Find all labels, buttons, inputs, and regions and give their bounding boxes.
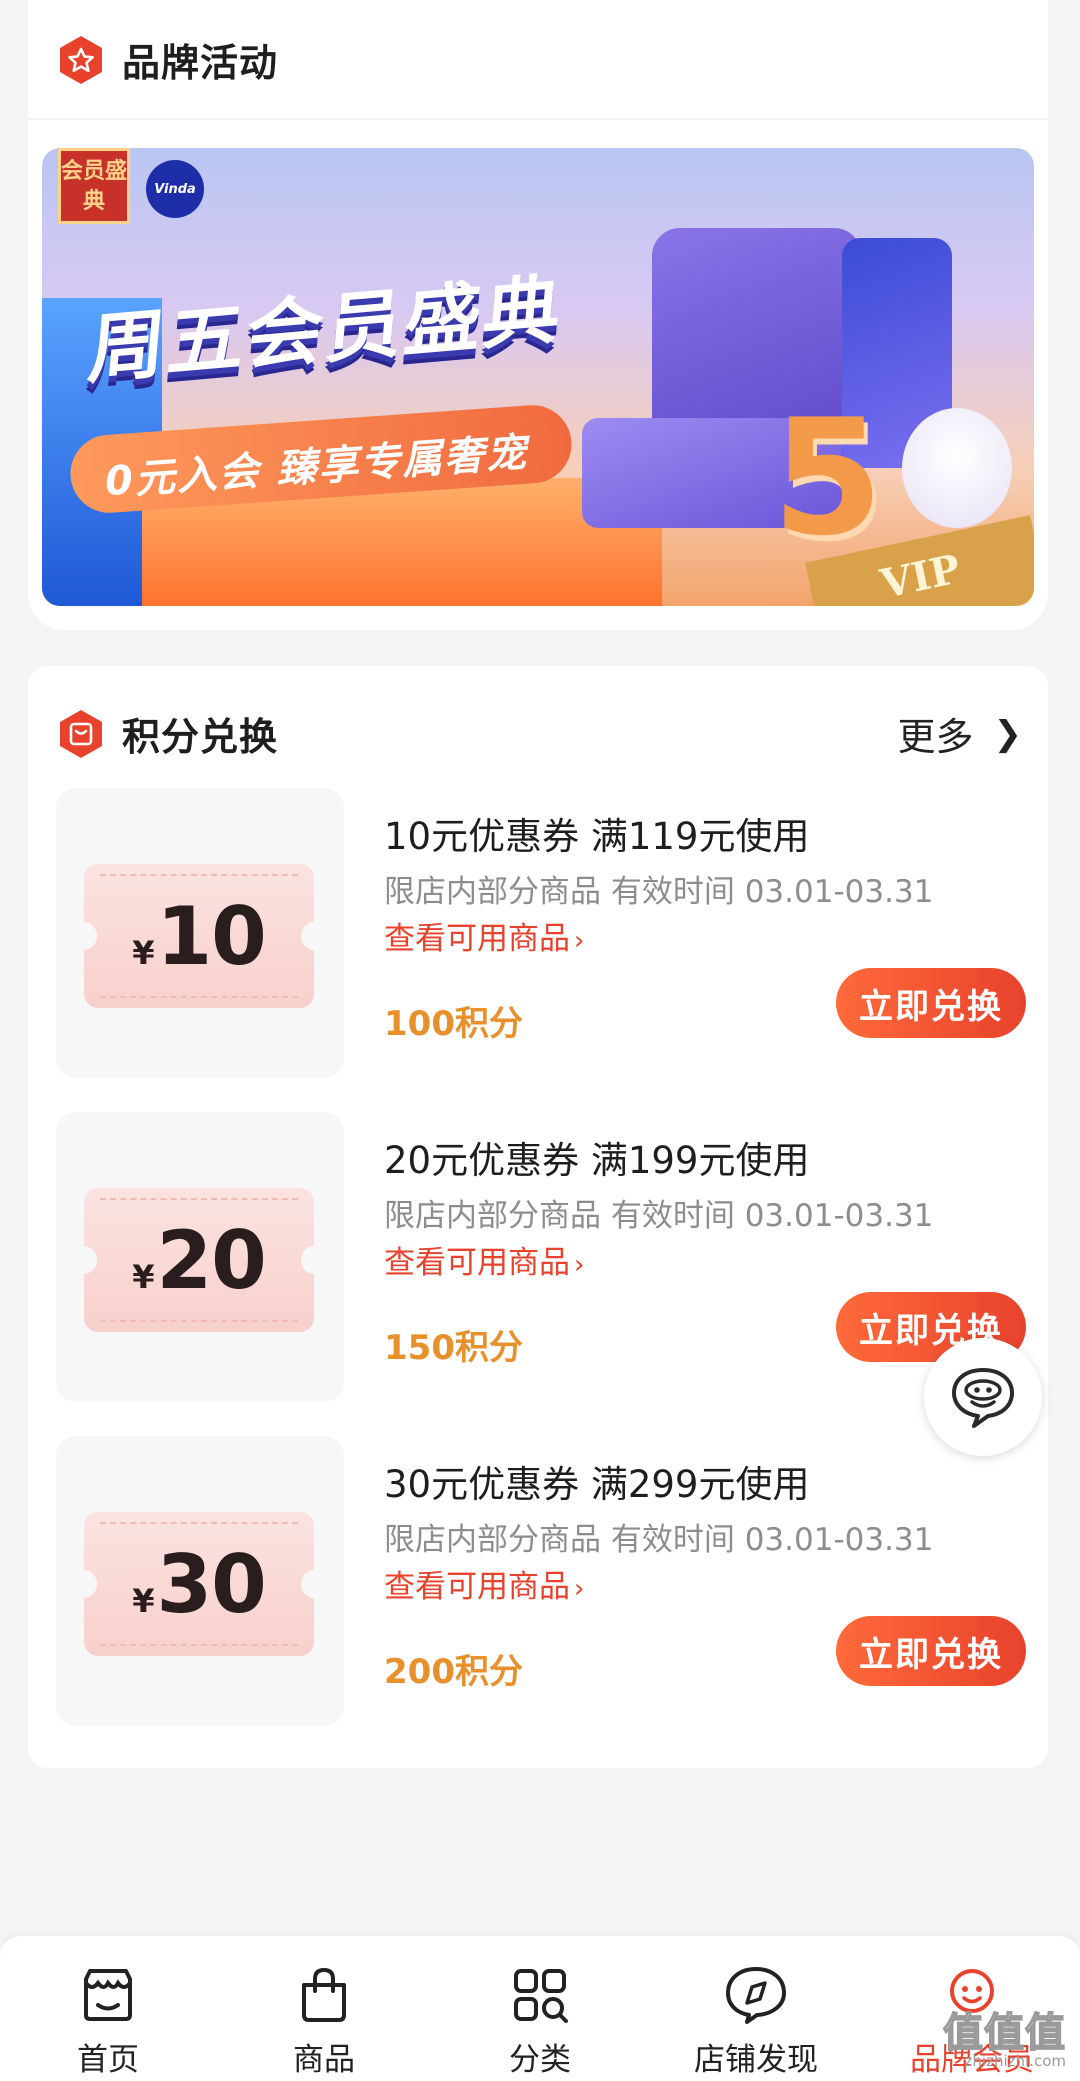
watermark-logo: 值值值 bbox=[942, 2009, 1066, 2057]
brand-activity-title: 品牌活动 bbox=[122, 41, 279, 85]
tab-products[interactable]: 商品 bbox=[216, 1960, 432, 2079]
banner-number: 5 bbox=[772, 384, 884, 571]
store-icon bbox=[84, 1969, 132, 2021]
coupon-ticket: ¥20 bbox=[71, 1188, 327, 1332]
coupon-ticket-box: ¥10 bbox=[56, 788, 344, 1078]
promo-banner[interactable]: 5 VIP 会员盛典 Vinda 周五会员盛典 0元入会 臻享专属奢宠 bbox=[42, 148, 1034, 606]
points-exchange-header: 积分兑换 bbox=[58, 706, 278, 761]
currency-symbol: ¥ bbox=[132, 934, 155, 972]
watermark: 值值值 zhizhizhi.com bbox=[942, 2000, 1066, 2070]
wallet-hexagon-icon bbox=[58, 709, 104, 759]
coupon-item: ¥20 20元优惠券 满199元使用 限店内部分商品 有效时间 03.01-03… bbox=[56, 1112, 1026, 1402]
chevron-right-icon: ❯ bbox=[993, 713, 1023, 754]
chat-bubble-icon bbox=[952, 1368, 1014, 1428]
more-link[interactable]: 更多 ❯ bbox=[897, 706, 1022, 761]
member-fest-badge: 会员盛典 bbox=[58, 148, 130, 224]
chevron-right-icon: › bbox=[574, 1574, 585, 1604]
view-products-link[interactable]: 查看可用商品 › bbox=[384, 1237, 584, 1282]
brand-activity-card: 品牌活动 5 VIP 会员盛典 Vinda 周五会员盛典 0元入会 臻享专属奢宠 bbox=[28, 0, 1048, 630]
tab-categories[interactable]: 分类 bbox=[432, 1960, 648, 2079]
tab-label: 分类 bbox=[509, 2042, 571, 2078]
points-exchange-title: 积分兑换 bbox=[122, 715, 279, 759]
compass-icon bbox=[726, 1967, 786, 2024]
tab-home[interactable]: 首页 bbox=[0, 1960, 216, 2079]
view-products-label: 查看可用商品 bbox=[384, 1569, 570, 1605]
coupon-amount: 30 bbox=[156, 1538, 266, 1631]
coupon-amount: 10 bbox=[156, 890, 266, 983]
tab-label: 首页 bbox=[77, 2042, 139, 2078]
coupon-title: 30元优惠券 满299元使用 bbox=[384, 1463, 810, 1506]
coupon-desc: 限店内部分商品 有效时间 03.01-03.31 bbox=[384, 1522, 934, 1558]
points-exchange-card: 积分兑换 更多 ❯ ¥10 10元优惠券 满119元使用 限店内部分商品 有效时… bbox=[28, 666, 1048, 1768]
brand-activity-header: 品牌活动 bbox=[58, 32, 278, 87]
currency-symbol: ¥ bbox=[132, 1258, 155, 1296]
points-cost: 150积分 bbox=[384, 1328, 523, 1368]
coupon-ticket-box: ¥20 bbox=[56, 1112, 344, 1402]
tab-discover[interactable]: 店铺发现 bbox=[648, 1960, 864, 2079]
view-products-label: 查看可用商品 bbox=[384, 1245, 570, 1281]
grid-icon bbox=[514, 1969, 568, 2023]
bottom-tab-bar: 首页 商品 分类 店铺发现 品牌会员 bbox=[0, 1936, 1080, 2081]
view-products-label: 查看可用商品 bbox=[384, 921, 570, 957]
coupon-desc: 限店内部分商品 有效时间 03.01-03.31 bbox=[384, 874, 934, 910]
tab-label: 商品 bbox=[293, 2042, 355, 2078]
coupon-title: 10元优惠券 满119元使用 bbox=[384, 815, 810, 858]
tab-label: 店铺发现 bbox=[694, 2042, 818, 2078]
coupon-ticket: ¥10 bbox=[71, 864, 327, 1008]
coupon-amount: 20 bbox=[156, 1214, 266, 1307]
shopping-bag-icon bbox=[302, 1967, 346, 2022]
mascot-image bbox=[902, 408, 1012, 528]
redeem-button[interactable]: 立即兑换 bbox=[836, 1616, 1026, 1686]
view-products-link[interactable]: 查看可用商品 › bbox=[384, 913, 584, 958]
currency-symbol: ¥ bbox=[132, 1582, 155, 1620]
coupon-desc: 限店内部分商品 有效时间 03.01-03.31 bbox=[384, 1198, 934, 1234]
points-cost: 200积分 bbox=[384, 1652, 523, 1692]
banner-title: 周五会员盛典 bbox=[84, 264, 567, 395]
divider bbox=[28, 118, 1048, 120]
coupon-ticket: ¥30 bbox=[71, 1512, 327, 1656]
chevron-right-icon: › bbox=[574, 926, 585, 956]
chevron-right-icon: › bbox=[574, 1250, 585, 1280]
customer-service-button[interactable] bbox=[924, 1338, 1042, 1456]
coupon-item: ¥10 10元优惠券 满119元使用 限店内部分商品 有效时间 03.01-03… bbox=[56, 788, 1026, 1078]
coupon-item: ¥30 30元优惠券 满299元使用 限店内部分商品 有效时间 03.01-03… bbox=[56, 1436, 1026, 1726]
coupon-title: 20元优惠券 满199元使用 bbox=[384, 1139, 810, 1182]
vinda-logo: Vinda bbox=[146, 160, 204, 218]
redeem-button[interactable]: 立即兑换 bbox=[836, 968, 1026, 1038]
view-products-link[interactable]: 查看可用商品 › bbox=[384, 1561, 584, 1606]
coupon-ticket-box: ¥30 bbox=[56, 1436, 344, 1726]
star-hexagon-icon bbox=[58, 35, 104, 85]
points-cost: 100积分 bbox=[384, 1004, 523, 1044]
more-label: 更多 bbox=[897, 715, 974, 759]
